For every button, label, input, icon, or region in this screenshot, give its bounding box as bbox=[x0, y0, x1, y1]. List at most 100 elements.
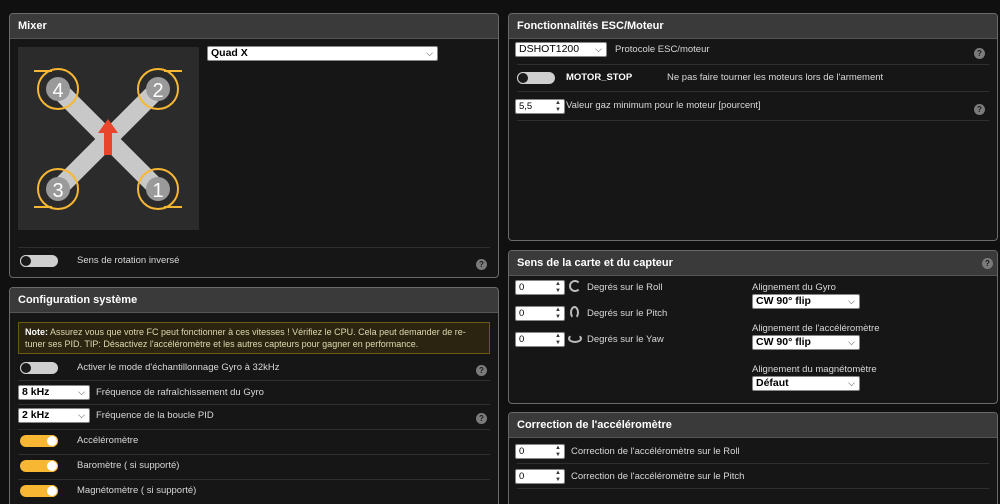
spinner-icon[interactable]: ▲ ▼ bbox=[555, 307, 561, 320]
acc-trim-pitch-value: 0 bbox=[519, 471, 525, 482]
help-icon[interactable]: ? bbox=[476, 365, 487, 376]
acc-trim-roll-input[interactable]: 0 ▲ ▼ bbox=[515, 444, 565, 459]
acc-trim-panel: Correction de l'accéléromètre 0 ▲ ▼ Corre… bbox=[508, 412, 998, 504]
yaw-icon bbox=[568, 334, 582, 343]
esc-motor-title: Fonctionnalités ESC/Moteur bbox=[509, 14, 997, 39]
roll-degrees-value: 0 bbox=[519, 282, 525, 293]
mag-alignment-select[interactable]: Défaut ⌵ bbox=[752, 376, 860, 391]
min-throttle-input[interactable]: 5,5 ▲ ▼ bbox=[515, 99, 565, 114]
motor-4: 4 bbox=[34, 68, 79, 110]
yaw-degrees-label: Degrés sur le Yaw bbox=[587, 334, 664, 345]
help-icon[interactable]: ? bbox=[476, 413, 487, 424]
help-icon[interactable]: ? bbox=[982, 258, 993, 269]
mixer-model-select[interactable]: Quad X ⌵ bbox=[207, 46, 438, 61]
chevron-down-icon: ⌵ bbox=[848, 378, 855, 388]
pid-frequency-label: Fréquence de la boucle PID bbox=[96, 410, 214, 421]
divider bbox=[18, 429, 490, 430]
chevron-down-icon: ⌵ bbox=[848, 337, 855, 347]
acc-alignment-label: Alignement de l'accéléromètre bbox=[752, 323, 880, 334]
roll-icon bbox=[569, 280, 581, 292]
help-icon[interactable]: ? bbox=[974, 48, 985, 59]
gyro-frequency-select[interactable]: 8 kHz ⌵ bbox=[18, 385, 90, 400]
esc-protocol-value: DSHOT1200 bbox=[519, 43, 580, 55]
chevron-down-icon: ⌵ bbox=[78, 410, 85, 420]
magnetometer-label: Magnétomètre ( si supporté) bbox=[77, 485, 197, 496]
divider bbox=[517, 64, 989, 65]
mixer-title: Mixer bbox=[10, 14, 498, 39]
acc-trim-roll-value: 0 bbox=[519, 446, 525, 457]
esc-protocol-select[interactable]: DSHOT1200 ⌵ bbox=[515, 42, 607, 57]
divider bbox=[517, 463, 989, 464]
help-icon[interactable]: ? bbox=[974, 104, 985, 115]
divider bbox=[18, 454, 490, 455]
gyro-frequency-value: 8 kHz bbox=[22, 386, 50, 398]
reverse-rotation-label: Sens de rotation inversé bbox=[77, 255, 180, 266]
gyro-alignment-select[interactable]: CW 90° flip ⌵ bbox=[752, 294, 860, 309]
mixer-model-value: Quad X bbox=[211, 47, 248, 59]
roll-degrees-input[interactable]: 0 ▲ ▼ bbox=[515, 280, 565, 295]
acc-alignment-select[interactable]: CW 90° flip ⌵ bbox=[752, 335, 860, 350]
divider bbox=[18, 479, 490, 480]
board-alignment-title: Sens de la carte et du capteur bbox=[509, 251, 997, 276]
barometer-label: Baromètre ( si supporté) bbox=[77, 460, 180, 471]
pitch-degrees-value: 0 bbox=[519, 308, 525, 319]
motor-4-label: 4 bbox=[52, 80, 63, 102]
esc-motor-panel: Fonctionnalités ESC/Moteur DSHOT1200 ⌵ P… bbox=[508, 13, 998, 241]
chevron-down-icon: ⌵ bbox=[595, 44, 602, 54]
chevron-down-icon: ⌵ bbox=[426, 48, 433, 58]
mag-alignment-value: Défaut bbox=[756, 377, 789, 389]
note-text: Assurez vous que votre FC peut fonctionn… bbox=[25, 327, 466, 349]
magnetometer-toggle[interactable] bbox=[20, 485, 58, 497]
accelerometer-label: Accéléromètre bbox=[77, 435, 139, 446]
divider bbox=[517, 488, 989, 489]
divider bbox=[517, 91, 989, 92]
divider bbox=[18, 380, 490, 381]
chevron-down-icon: ⌵ bbox=[78, 387, 85, 397]
chevron-down-icon: ⌵ bbox=[848, 296, 855, 306]
pid-frequency-value: 2 kHz bbox=[22, 409, 50, 421]
motor-stop-toggle[interactable] bbox=[517, 72, 555, 84]
acc-trim-title: Correction de l'accéléromètre bbox=[509, 413, 997, 438]
pitch-icon bbox=[570, 306, 579, 319]
mixer-diagram: 4 2 3 1 bbox=[18, 47, 199, 230]
acc-trim-roll-label: Correction de l'accéléromètre sur le Rol… bbox=[571, 446, 740, 457]
accelerometer-toggle[interactable] bbox=[20, 435, 58, 447]
reverse-rotation-toggle[interactable] bbox=[20, 255, 58, 267]
motor-1: 1 bbox=[137, 168, 182, 210]
roll-degrees-label: Degrés sur le Roll bbox=[587, 282, 663, 293]
system-config-title: Configuration système bbox=[10, 288, 498, 313]
quad-x-diagram: 4 2 3 1 bbox=[34, 68, 182, 210]
acc-trim-pitch-input[interactable]: 0 ▲ ▼ bbox=[515, 469, 565, 484]
acc-trim-pitch-label: Correction de l'accéléromètre sur le Pit… bbox=[571, 471, 745, 482]
motor-3-label: 3 bbox=[52, 180, 63, 202]
board-alignment-panel: Sens de la carte et du capteur ? 0 ▲ ▼ De… bbox=[508, 250, 998, 404]
gyro-alignment-label: Alignement du Gyro bbox=[752, 282, 836, 293]
system-config-panel: Configuration système Note: Assurez vous… bbox=[9, 287, 499, 504]
barometer-toggle[interactable] bbox=[20, 460, 58, 472]
spinner-icon[interactable]: ▲ ▼ bbox=[555, 100, 561, 113]
pid-frequency-select[interactable]: 2 kHz ⌵ bbox=[18, 408, 90, 423]
note-strong: Note: bbox=[25, 327, 48, 337]
spinner-icon[interactable]: ▲ ▼ bbox=[555, 470, 561, 483]
pitch-degrees-label: Degrés sur le Pitch bbox=[587, 308, 668, 319]
min-throttle-value: 5,5 bbox=[519, 101, 533, 112]
pitch-degrees-input[interactable]: 0 ▲ ▼ bbox=[515, 306, 565, 321]
divider bbox=[517, 120, 989, 121]
motor-stop-label: MOTOR_STOP bbox=[566, 72, 633, 83]
spinner-icon[interactable]: ▲ ▼ bbox=[555, 445, 561, 458]
spinner-icon[interactable]: ▲ ▼ bbox=[555, 281, 561, 294]
mag-alignment-label: Alignement du magnétomètre bbox=[752, 364, 877, 375]
gyro-32khz-toggle[interactable] bbox=[20, 362, 58, 374]
motor-3: 3 bbox=[34, 168, 79, 210]
help-icon[interactable]: ? bbox=[476, 259, 487, 270]
yaw-degrees-value: 0 bbox=[519, 334, 525, 345]
motor-1-label: 1 bbox=[152, 180, 163, 202]
min-throttle-label: Valeur gaz minimum pour le moteur [pourc… bbox=[566, 100, 761, 111]
spinner-icon[interactable]: ▲ ▼ bbox=[555, 333, 561, 346]
yaw-degrees-input[interactable]: 0 ▲ ▼ bbox=[515, 332, 565, 347]
gyro-32khz-label: Activer le mode d'échantillonnage Gyro à… bbox=[77, 362, 280, 373]
performance-note: Note: Assurez vous que votre FC peut fon… bbox=[18, 322, 490, 354]
gyro-alignment-value: CW 90° flip bbox=[756, 295, 811, 307]
motor-stop-description: Ne pas faire tourner les moteurs lors de… bbox=[667, 72, 884, 83]
mixer-panel: Mixer 4 2 3 1 Quad X ⌵ Sens de rotation … bbox=[9, 13, 499, 278]
